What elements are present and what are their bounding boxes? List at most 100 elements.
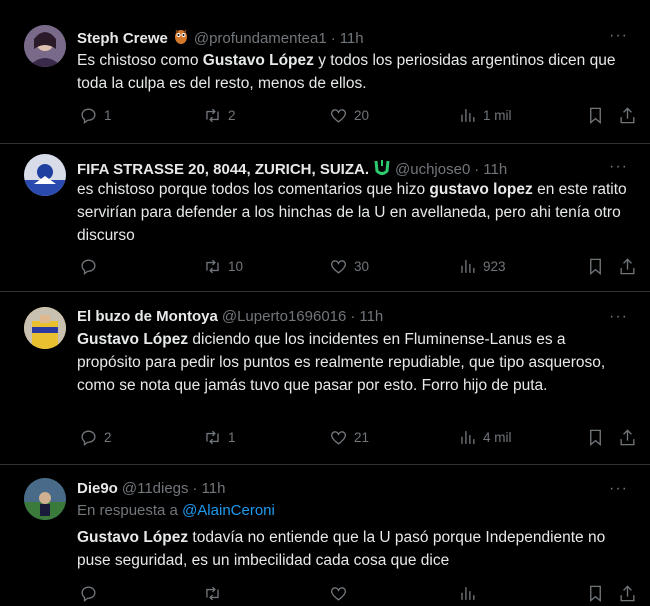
bookmark-button[interactable] xyxy=(586,584,605,603)
share-button[interactable] xyxy=(618,584,637,603)
tweet[interactable]: Steph Crewe @profundamentea1 · 11h ··· E… xyxy=(0,0,650,144)
action-bar xyxy=(77,584,637,606)
avatar[interactable] xyxy=(24,478,66,520)
share-icon xyxy=(620,429,635,446)
retweet-button[interactable]: 10 xyxy=(203,257,243,276)
reply-count: 2 xyxy=(104,430,112,445)
reply-button[interactable] xyxy=(79,584,98,603)
views-button[interactable]: 1 mil xyxy=(458,106,512,125)
action-bar: 2 1 21 4 mil xyxy=(77,428,637,450)
more-options-icon[interactable]: ··· xyxy=(609,308,628,326)
like-count: 21 xyxy=(354,430,370,445)
heart-icon xyxy=(330,587,347,601)
display-name[interactable]: FIFA STRASSE 20, 8044, ZURICH, SUIZA. xyxy=(77,161,369,178)
views-button[interactable] xyxy=(458,584,477,603)
retweet-icon xyxy=(206,586,219,601)
display-name[interactable]: Steph Crewe xyxy=(77,30,168,47)
like-button[interactable] xyxy=(329,584,348,603)
views-count: 4 mil xyxy=(483,430,512,445)
more-options-icon[interactable]: ··· xyxy=(609,158,628,176)
heart-icon xyxy=(330,109,347,123)
separator-dot: · xyxy=(350,308,356,325)
action-bar: 10 30 923 xyxy=(77,257,637,279)
retweet-icon xyxy=(206,108,219,123)
avatar[interactable] xyxy=(24,307,66,349)
share-button[interactable] xyxy=(618,428,637,447)
tweet[interactable]: FIFA STRASSE 20, 8044, ZURICH, SUIZA. @u… xyxy=(0,143,650,292)
avatar[interactable] xyxy=(24,25,66,67)
retweet-count: 10 xyxy=(228,259,244,274)
retweet-count: 1 xyxy=(228,430,236,445)
tweet-header: FIFA STRASSE 20, 8044, ZURICH, SUIZA. @u… xyxy=(77,158,610,180)
views-icon xyxy=(461,260,475,273)
reply-button[interactable] xyxy=(79,257,104,276)
views-button[interactable]: 923 xyxy=(458,257,506,276)
like-count: 20 xyxy=(354,108,370,123)
share-button[interactable] xyxy=(618,106,637,125)
tweet-text: es chistoso porque todos los comentarios… xyxy=(77,178,632,247)
views-count: 1 mil xyxy=(483,108,512,123)
display-name[interactable]: El buzo de Montoya xyxy=(77,308,218,325)
timestamp[interactable]: 11h xyxy=(340,30,364,47)
highlighted-text: gustavo lopez xyxy=(429,181,533,198)
tweet-header: El buzo de Montoya @Luperto1696016 · 11h xyxy=(77,308,610,325)
bookmark-icon xyxy=(590,258,601,276)
reply-prefix: En respuesta a xyxy=(77,502,178,519)
like-button[interactable]: 20 xyxy=(329,106,369,125)
user-handle[interactable]: @Luperto1696016 xyxy=(222,308,347,325)
bookmark-button[interactable] xyxy=(586,428,605,447)
reply-button[interactable]: 2 xyxy=(79,428,112,447)
tweet[interactable]: El buzo de Montoya @Luperto1696016 · 11h… xyxy=(0,291,650,465)
separator-dot: · xyxy=(474,160,480,178)
user-handle[interactable]: @uchjose0 xyxy=(395,161,470,178)
owl-emoji-icon xyxy=(172,27,190,49)
share-icon xyxy=(620,258,635,275)
retweet-button[interactable]: 1 xyxy=(203,428,236,447)
timeline-feed: Steph Crewe @profundamentea1 · 11h ··· E… xyxy=(0,0,650,603)
share-button[interactable] xyxy=(618,257,637,276)
tweet[interactable]: Die9o @11diegs · 11h ··· En respuesta a … xyxy=(0,464,650,604)
more-options-icon[interactable]: ··· xyxy=(609,27,628,45)
timestamp[interactable]: 11h xyxy=(483,161,507,178)
display-name[interactable]: Die9o xyxy=(77,480,118,497)
more-options-icon[interactable]: ··· xyxy=(609,480,628,498)
reply-button[interactable]: 1 xyxy=(79,106,112,125)
timestamp[interactable]: 11h xyxy=(202,480,226,497)
green-u-emoji-icon xyxy=(373,158,391,180)
user-handle[interactable]: @11diegs xyxy=(122,480,189,497)
avatar[interactable] xyxy=(24,154,66,196)
action-bar: 1 2 20 1 mil xyxy=(77,106,637,128)
tweet-text: Gustavo López diciendo que los incidente… xyxy=(77,328,632,397)
reply-icon xyxy=(81,586,96,602)
timestamp[interactable]: 11h xyxy=(359,308,383,325)
tweet-header: Steph Crewe @profundamentea1 · 11h xyxy=(77,27,610,49)
tweet-text: Gustavo López todavía no entiende que la… xyxy=(77,526,632,572)
retweet-button[interactable]: 2 xyxy=(203,106,236,125)
bookmark-button[interactable] xyxy=(586,257,605,276)
views-count: 923 xyxy=(483,259,506,274)
like-button[interactable]: 21 xyxy=(329,428,369,447)
retweet-button[interactable] xyxy=(203,584,222,603)
retweet-icon xyxy=(206,430,219,445)
retweet-count: 2 xyxy=(228,108,236,123)
tweet-text: Es chistoso como Gustavo López y todos l… xyxy=(77,49,632,95)
share-icon xyxy=(620,107,635,124)
heart-icon xyxy=(330,260,347,274)
bookmark-button[interactable] xyxy=(586,106,605,125)
bookmark-icon xyxy=(590,107,601,125)
reply-count: 1 xyxy=(104,108,112,123)
like-button[interactable]: 30 xyxy=(329,257,369,276)
views-icon xyxy=(461,431,475,444)
highlighted-text: Gustavo López xyxy=(202,52,314,69)
retweet-icon xyxy=(206,259,219,274)
reply-icon xyxy=(81,259,96,275)
separator-dot: · xyxy=(192,480,198,497)
views-button[interactable]: 4 mil xyxy=(458,428,512,447)
reply-to-link[interactable]: @AlainCeroni xyxy=(182,502,275,519)
views-icon xyxy=(461,587,475,600)
user-handle[interactable]: @profundamentea1 xyxy=(194,30,327,47)
separator-dot: · xyxy=(330,29,336,47)
tweet-header: Die9o @11diegs · 11h xyxy=(77,480,610,497)
reply-context: En respuesta a @AlainCeroni xyxy=(77,502,275,519)
text-part: Es chistoso como xyxy=(77,52,203,69)
